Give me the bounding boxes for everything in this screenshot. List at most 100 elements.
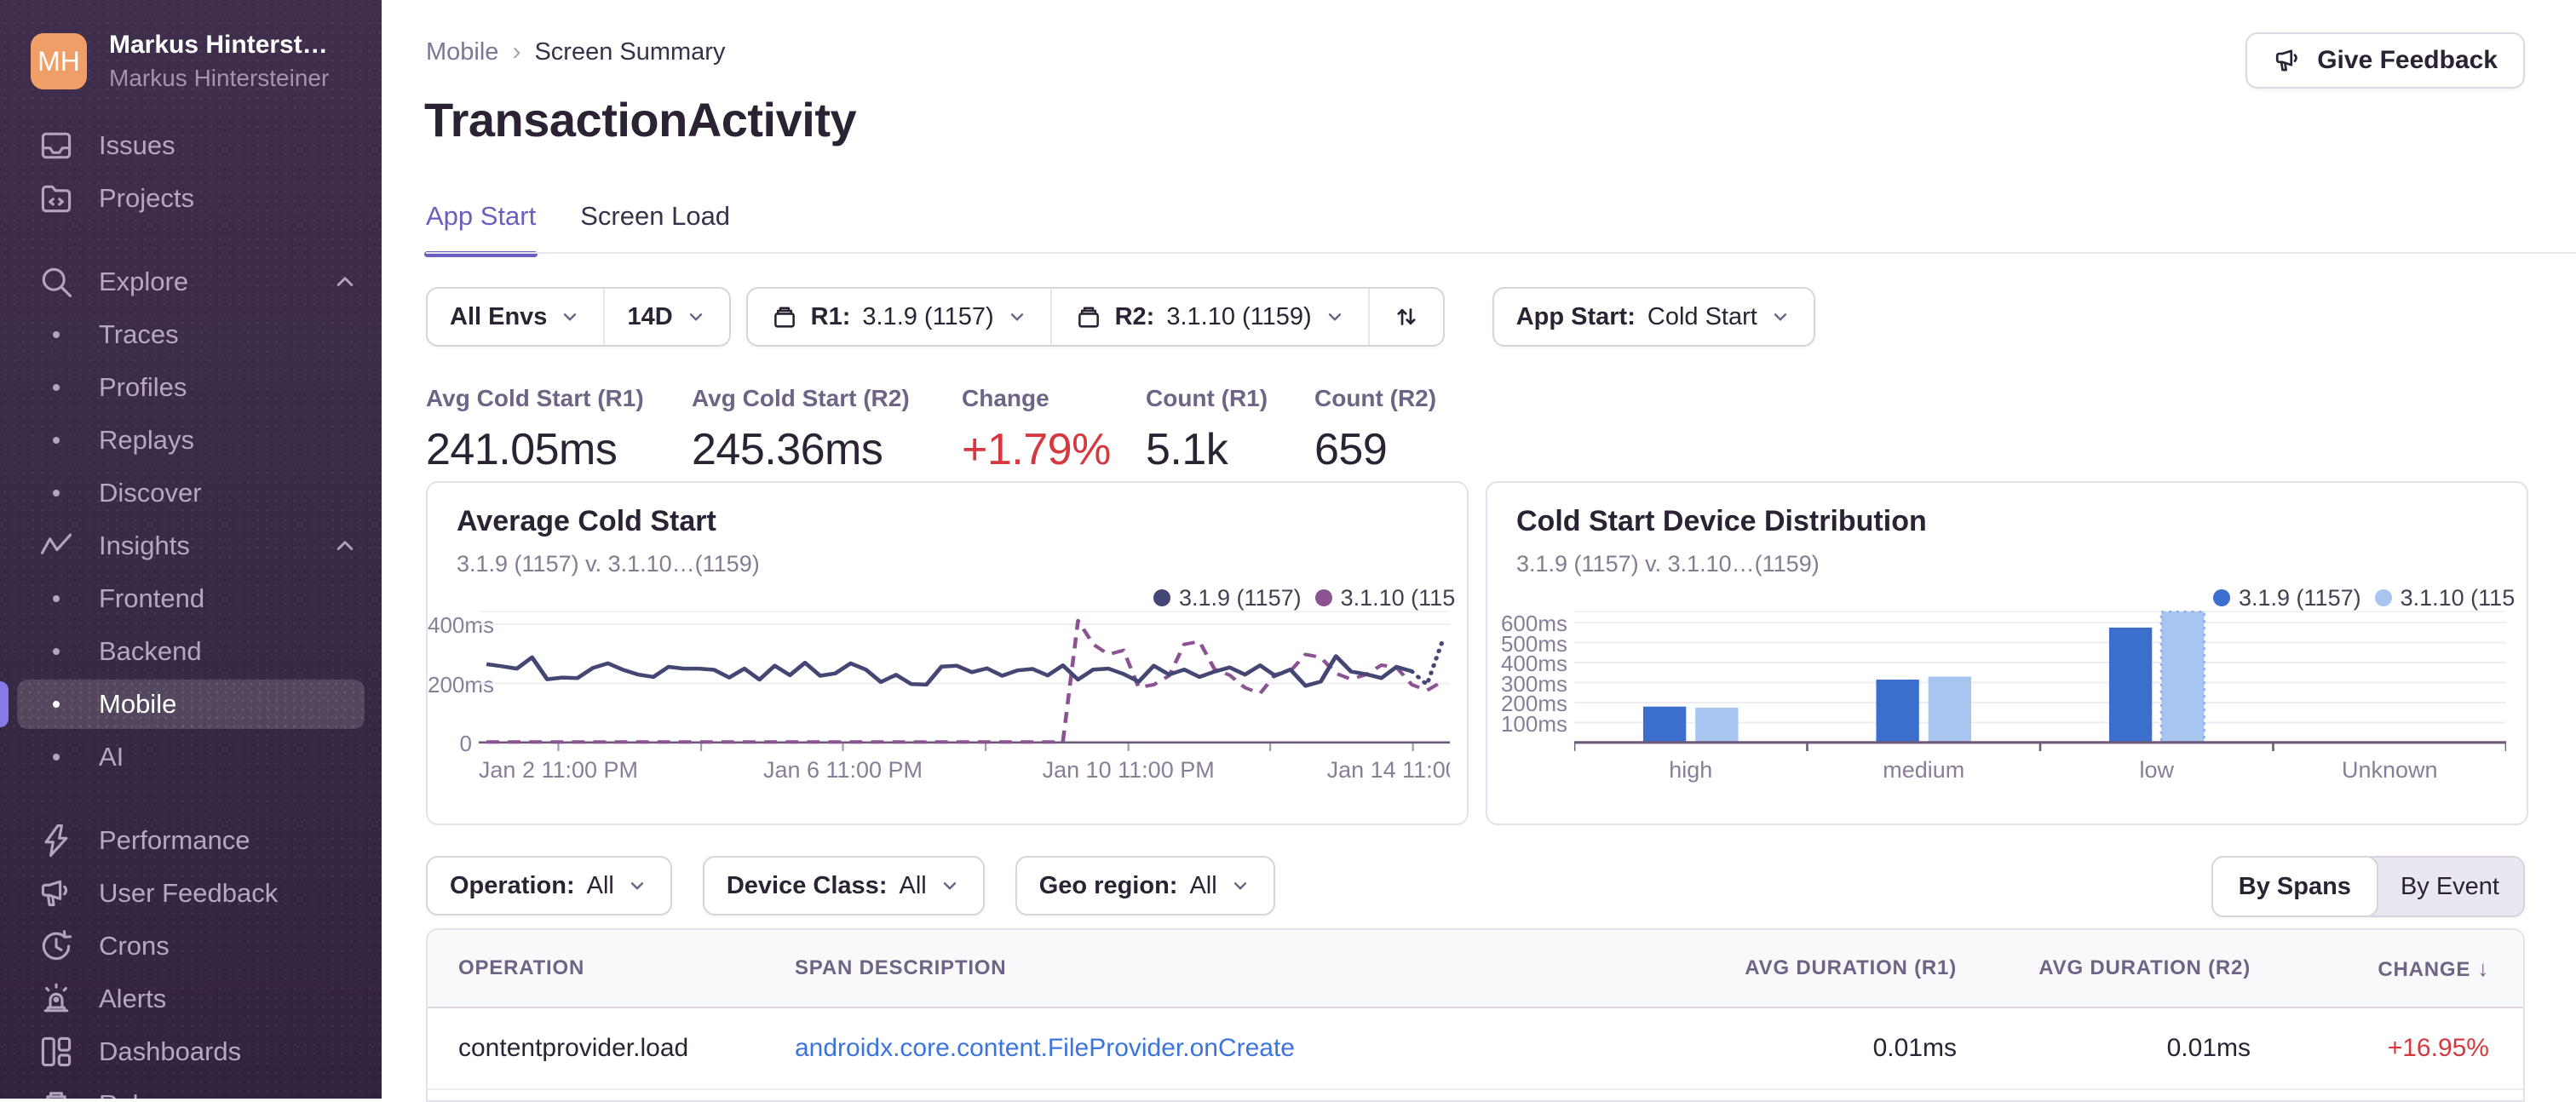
app-start-value: Cold Start bbox=[1647, 302, 1757, 330]
chevron-down-icon bbox=[939, 875, 961, 897]
lightning-icon bbox=[36, 820, 77, 861]
column-header-operation[interactable]: OPERATION bbox=[428, 930, 764, 1008]
avatar: MH bbox=[31, 33, 87, 89]
column-header-span-description[interactable]: SPAN DESCRIPTION bbox=[764, 930, 1722, 1008]
sidebar-item-replays[interactable]: Replays bbox=[0, 414, 382, 467]
sidebar-item-issues[interactable]: Issues bbox=[0, 119, 382, 172]
release-r2-selector[interactable]: R2: 3.1.10 (1159) bbox=[1049, 289, 1368, 345]
sidebar-item-discover[interactable]: Discover bbox=[0, 467, 382, 519]
sidebar-item-backend[interactable]: Backend bbox=[0, 625, 382, 678]
by-event-segment[interactable]: By Event bbox=[2377, 858, 2523, 915]
cell-avg-duration-r1: 0.01ms bbox=[1722, 1007, 1991, 1090]
legend-item[interactable]: 3.1.10 (1159) bbox=[1314, 585, 1455, 611]
by-spans-segment[interactable]: By Spans bbox=[2211, 856, 2378, 917]
release-r1-selector[interactable]: R1: 3.1.9 (1157) bbox=[748, 289, 1050, 345]
sidebar-item-label: Releases bbox=[99, 1089, 365, 1099]
sidebar-item-profiles[interactable]: Profiles bbox=[0, 361, 382, 414]
sidebar-item-traces[interactable]: Traces bbox=[0, 308, 382, 361]
metric-label: Count (R1) bbox=[1146, 385, 1268, 411]
environment-filter[interactable]: All Envs bbox=[428, 289, 603, 345]
chevron-down-icon bbox=[1006, 306, 1028, 328]
dashboards-icon bbox=[36, 1031, 77, 1072]
legend-label: 3.1.9 (1157) bbox=[2239, 584, 2361, 611]
give-feedback-button[interactable]: Give Feedback bbox=[2245, 32, 2525, 89]
y-tick-label: 400ms bbox=[428, 612, 495, 638]
sidebar-item-frontend[interactable]: Frontend bbox=[0, 572, 382, 625]
tabs: App Start Screen Load bbox=[423, 201, 730, 257]
cell-span-description-link[interactable]: androidx.core.content.FileProvider.onCre… bbox=[764, 1007, 1722, 1090]
y-axis-labels: 0 200ms 400ms bbox=[428, 483, 495, 824]
megaphone-icon bbox=[2273, 45, 2303, 76]
date-range-filter[interactable]: 14D bbox=[603, 289, 728, 345]
swap-releases-button[interactable] bbox=[1367, 289, 1443, 345]
metric-count-r1-: Count (R1) 5.1k bbox=[1146, 385, 1268, 475]
metric-count-r2-: Count (R2) 659 bbox=[1314, 385, 1436, 475]
sidebar-item-label: Alerts bbox=[99, 984, 167, 1013]
x-category-label: medium bbox=[1883, 757, 1965, 783]
chevron-up-icon bbox=[331, 267, 359, 296]
breadcrumb-current: Screen Summary bbox=[534, 37, 726, 66]
chevron-down-icon bbox=[559, 306, 581, 328]
sidebar-item-user-feedback[interactable]: User Feedback bbox=[0, 867, 382, 920]
sidebar-item-ai[interactable]: AI bbox=[0, 731, 382, 783]
sidebar-item-alerts[interactable]: Alerts bbox=[0, 973, 382, 1025]
user-menu[interactable]: MH Markus Hinterst… Markus Hintersteiner bbox=[31, 31, 363, 92]
app-start-label: App Start: bbox=[1515, 302, 1636, 330]
chevron-down-icon bbox=[626, 875, 648, 897]
sidebar-item-label: Issues bbox=[99, 130, 175, 160]
legend-item[interactable]: 3.1.9 (1157) bbox=[1153, 585, 1302, 611]
env-date-filter-group: All Envs 14D bbox=[426, 287, 731, 347]
device-class-filter[interactable]: Device Class: All bbox=[704, 858, 983, 914]
sidebar-item-releases[interactable]: Releases bbox=[0, 1078, 382, 1099]
sidebar-item-label: Insights bbox=[99, 531, 190, 560]
breadcrumb-separator-icon: › bbox=[512, 37, 521, 66]
sidebar-item-label: Projects bbox=[99, 183, 194, 213]
avg-cold-start-card: Average Cold Start 3.1.9 (1157) v. 3.1.1… bbox=[426, 481, 1469, 825]
column-header-change[interactable]: CHANGE ↓ bbox=[2285, 930, 2523, 1008]
app-start-type-filter[interactable]: App Start: Cold Start bbox=[1494, 289, 1814, 345]
metric-change: Change +1.79% bbox=[962, 385, 1111, 475]
metric-value: 659 bbox=[1314, 425, 1388, 474]
table-row[interactable]: contentprovider.load androidx.core.conten… bbox=[428, 1007, 2523, 1090]
search-icon bbox=[36, 261, 77, 302]
legend-item[interactable]: 3.1.9 (1157) bbox=[2213, 585, 2361, 611]
metric-label: Count (R2) bbox=[1314, 385, 1437, 411]
sidebar-item-label: Dashboards bbox=[99, 1036, 242, 1066]
inbox-icon bbox=[36, 125, 77, 166]
metric-avg-cold-start-r1-: Avg Cold Start (R1) 241.05ms bbox=[426, 385, 644, 475]
column-header-avg-duration-r2-[interactable]: AVG DURATION (R2) bbox=[1991, 930, 2285, 1008]
sidebar-item-label: Explore bbox=[99, 267, 189, 296]
sidebar-item-projects[interactable]: Projects bbox=[0, 172, 382, 225]
device-class-filter-group: Device Class: All bbox=[702, 856, 985, 915]
active-item-indicator bbox=[0, 681, 9, 727]
swap-arrows-icon bbox=[1392, 302, 1421, 331]
tab-screen-load[interactable]: Screen Load bbox=[580, 201, 730, 240]
x-tick-label: Jan 10 11:00 PM bbox=[1042, 757, 1215, 783]
spans-event-toggle: By Spans By Event bbox=[2211, 856, 2525, 917]
x-tick-label: Jan 2 11:00 PM bbox=[479, 757, 639, 783]
legend-item[interactable]: 3.1.10 (1159) bbox=[2374, 585, 2515, 611]
r1-value: 3.1.9 (1157) bbox=[862, 302, 994, 330]
sidebar-item-mobile[interactable]: Mobile bbox=[0, 678, 382, 731]
sidebar-item-crons[interactable]: Crons bbox=[0, 920, 382, 973]
geo-region-filter-group: Geo region: All bbox=[1015, 856, 1275, 915]
sort-desc-icon: ↓ bbox=[2470, 955, 2489, 981]
device-class-label: Device Class: bbox=[726, 871, 888, 899]
sidebar-item-insights[interactable]: Insights bbox=[0, 519, 382, 572]
table-header-row: OPERATION SPAN DESCRIPTION AVG DURATION (R… bbox=[428, 930, 2523, 1008]
breadcrumb-parent[interactable]: Mobile bbox=[426, 38, 498, 66]
tab-app-start[interactable]: App Start bbox=[423, 201, 538, 257]
sidebar-item-explore[interactable]: Explore bbox=[0, 255, 382, 308]
x-category-label: Unknown bbox=[2341, 757, 2438, 783]
operation-filter[interactable]: Operation: All bbox=[428, 858, 670, 914]
column-header-avg-duration-r1-[interactable]: AVG DURATION (R1) bbox=[1722, 930, 1991, 1008]
table-body: contentprovider.load androidx.core.conten… bbox=[428, 1007, 2523, 1090]
metric-label: Avg Cold Start (R2) bbox=[692, 385, 910, 411]
legend-label: 3.1.9 (1157) bbox=[1179, 584, 1302, 611]
geo-region-filter[interactable]: Geo region: All bbox=[1017, 858, 1274, 914]
legend-dot-icon bbox=[2213, 589, 2230, 606]
sidebar-item-dashboards[interactable]: Dashboards bbox=[0, 1025, 382, 1078]
folder-code-icon bbox=[36, 178, 77, 219]
insights-icon bbox=[36, 525, 77, 566]
sidebar-item-performance[interactable]: Performance bbox=[0, 814, 382, 867]
